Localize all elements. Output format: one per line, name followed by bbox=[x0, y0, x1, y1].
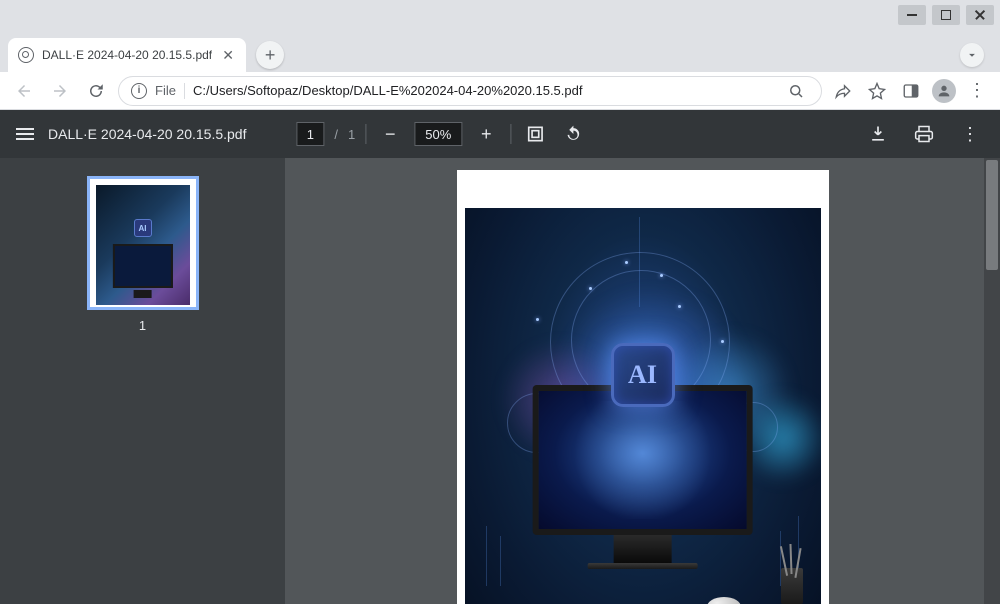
toolbar-divider bbox=[510, 124, 511, 144]
share-icon[interactable] bbox=[830, 78, 856, 104]
pdf-sidebar-toggle-icon[interactable] bbox=[16, 128, 34, 140]
side-panel-icon[interactable] bbox=[898, 78, 924, 104]
omnibox-divider bbox=[184, 83, 185, 99]
print-button[interactable] bbox=[910, 120, 938, 148]
pdf-page: AI bbox=[457, 170, 829, 604]
search-lens-icon[interactable] bbox=[783, 78, 809, 104]
pdf-thumbnail-image: AI bbox=[96, 185, 190, 305]
window-maximize-button[interactable] bbox=[932, 5, 960, 25]
tab-strip: DALL·E 2024-04-20 20.15.5.pdf ✕ + bbox=[0, 30, 1000, 72]
pdf-page-image: AI bbox=[465, 208, 821, 604]
profile-avatar-icon[interactable] bbox=[932, 79, 956, 103]
window-close-button[interactable] bbox=[966, 5, 994, 25]
site-info-icon[interactable]: i bbox=[131, 83, 147, 99]
address-bar-row: i File C:/Users/Softopaz/Desktop/DALL-E%… bbox=[0, 72, 1000, 110]
pdf-menu-button[interactable]: ⋮ bbox=[956, 120, 984, 148]
scrollbar-thumb[interactable] bbox=[986, 160, 998, 270]
bookmark-star-icon[interactable] bbox=[864, 78, 890, 104]
pdf-page-separator: / bbox=[334, 127, 338, 142]
pdf-page-input[interactable]: 1 bbox=[296, 122, 324, 146]
pdf-viewer-body: AI 1 bbox=[0, 158, 1000, 604]
reload-button[interactable] bbox=[82, 77, 110, 105]
browser-menu-button[interactable]: ⋮ bbox=[964, 80, 990, 101]
toolbar-divider bbox=[365, 124, 366, 144]
pdf-page-total: 1 bbox=[348, 127, 355, 142]
pdf-toolbar: DALL·E 2024-04-20 20.15.5.pdf 1 / 1 − 50… bbox=[0, 110, 1000, 158]
url-scheme-label: File bbox=[155, 83, 176, 98]
zoom-out-button[interactable]: − bbox=[376, 120, 404, 148]
pdf-thumbnail-label: 1 bbox=[139, 318, 146, 333]
tab-search-button[interactable] bbox=[960, 43, 984, 67]
zoom-in-button[interactable]: + bbox=[472, 120, 500, 148]
tab-favicon-icon bbox=[18, 47, 34, 63]
window-controls bbox=[0, 0, 1000, 30]
pdf-main-area[interactable]: AI bbox=[285, 158, 1000, 604]
fit-page-button[interactable] bbox=[521, 120, 549, 148]
vertical-scrollbar[interactable] bbox=[984, 158, 1000, 604]
new-tab-button[interactable]: + bbox=[256, 41, 284, 69]
url-text: C:/Users/Softopaz/Desktop/DALL-E%202024-… bbox=[193, 83, 775, 98]
download-button[interactable] bbox=[864, 120, 892, 148]
tab-title: DALL·E 2024-04-20 20.15.5.pdf bbox=[42, 48, 212, 62]
forward-button[interactable] bbox=[46, 77, 74, 105]
omnibox[interactable]: i File C:/Users/Softopaz/Desktop/DALL-E%… bbox=[118, 76, 822, 106]
tab-close-button[interactable]: ✕ bbox=[220, 47, 236, 63]
browser-tab[interactable]: DALL·E 2024-04-20 20.15.5.pdf ✕ bbox=[8, 38, 246, 72]
ai-badge-text: AI bbox=[611, 343, 675, 407]
window-minimize-button[interactable] bbox=[898, 5, 926, 25]
zoom-level-input[interactable]: 50% bbox=[414, 122, 462, 146]
pdf-thumbnail[interactable]: AI bbox=[87, 176, 199, 310]
pdf-filename: DALL·E 2024-04-20 20.15.5.pdf bbox=[48, 126, 246, 142]
rotate-button[interactable] bbox=[559, 120, 587, 148]
back-button[interactable] bbox=[10, 77, 38, 105]
pdf-thumbnail-sidebar: AI 1 bbox=[0, 158, 285, 604]
